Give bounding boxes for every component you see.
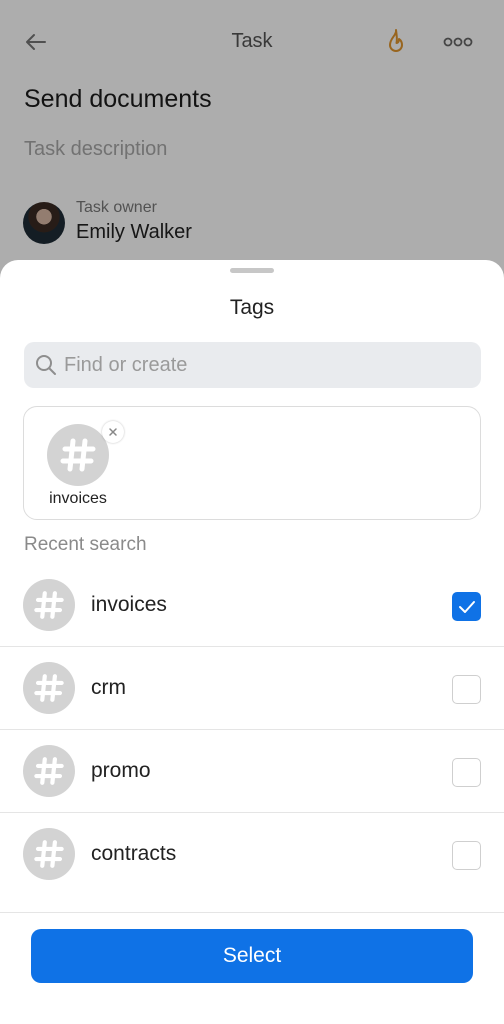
remove-tag-button[interactable] xyxy=(102,421,124,443)
hashtag-icon xyxy=(23,662,75,714)
tag-row-contracts[interactable]: contracts xyxy=(0,813,504,896)
selected-tag-label: invoices xyxy=(49,490,107,507)
tag-name: promo xyxy=(91,759,151,782)
selected-tags-box: invoices xyxy=(23,406,481,520)
recent-search-label: Recent search xyxy=(24,534,147,555)
close-icon xyxy=(109,428,117,436)
tag-row-promo[interactable]: promo xyxy=(0,730,504,813)
tags-sheet: Tags invoices Recent search invoices crm xyxy=(0,260,504,1024)
tag-name: invoices xyxy=(91,593,167,616)
hashtag-icon xyxy=(23,828,75,880)
tag-row-crm[interactable]: crm xyxy=(0,647,504,730)
select-button[interactable]: Select xyxy=(31,929,473,983)
search-bar[interactable] xyxy=(24,342,481,388)
sheet-title: Tags xyxy=(229,296,275,319)
checkmark-icon xyxy=(458,600,475,613)
tag-checkbox[interactable] xyxy=(452,675,481,704)
tag-name: crm xyxy=(91,676,126,699)
hashtag-icon xyxy=(47,424,109,486)
tag-checkbox[interactable] xyxy=(452,758,481,787)
tag-list: invoices crm promo contracts xyxy=(0,564,504,896)
tag-checkbox[interactable] xyxy=(452,592,481,621)
selected-tag-chip: invoices xyxy=(38,421,124,511)
hashtag-icon xyxy=(23,579,75,631)
tag-checkbox[interactable] xyxy=(452,841,481,870)
sheet-grabber[interactable] xyxy=(230,268,274,273)
search-icon xyxy=(36,355,56,375)
search-input[interactable] xyxy=(64,342,464,388)
hashtag-icon xyxy=(23,745,75,797)
tag-name: contracts xyxy=(91,842,177,865)
tag-row-invoices[interactable]: invoices xyxy=(0,564,504,647)
footer-divider xyxy=(0,912,504,913)
